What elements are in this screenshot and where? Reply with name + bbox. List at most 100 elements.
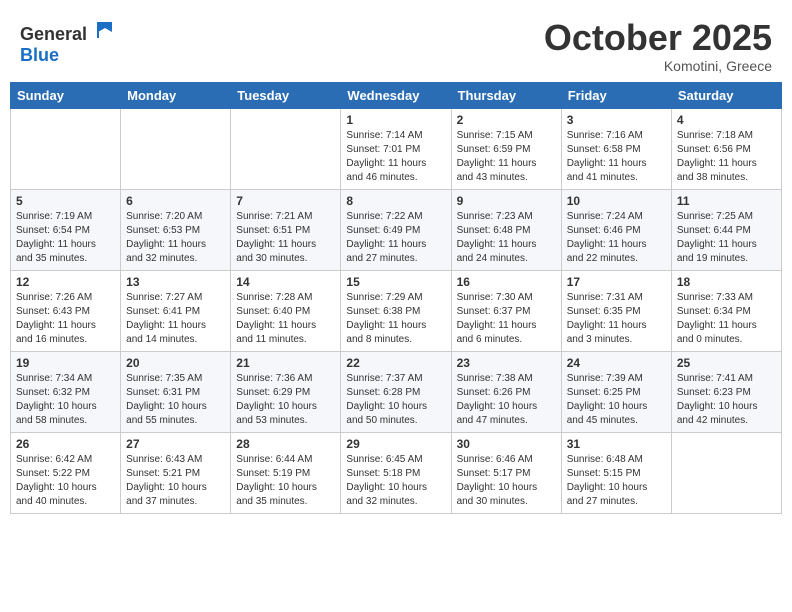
day-info: Sunrise: 7:23 AM Sunset: 6:48 PM Dayligh… <box>457 210 556 266</box>
day-number: 10 <box>567 194 666 208</box>
day-number: 31 <box>567 437 666 451</box>
day-info: Sunrise: 7:34 AM Sunset: 6:32 PM Dayligh… <box>16 372 115 428</box>
page-header: General Blue October 2025 Komotini, Gree… <box>10 10 782 78</box>
calendar-cell: 31Sunrise: 6:48 AM Sunset: 5:15 PM Dayli… <box>561 432 671 513</box>
calendar-table: SundayMondayTuesdayWednesdayThursdayFrid… <box>10 82 782 514</box>
day-number: 4 <box>677 113 776 127</box>
day-number: 23 <box>457 356 556 370</box>
day-number: 1 <box>346 113 445 127</box>
day-info: Sunrise: 7:36 AM Sunset: 6:29 PM Dayligh… <box>236 372 335 428</box>
day-number: 26 <box>16 437 115 451</box>
calendar-week-row: 5Sunrise: 7:19 AM Sunset: 6:54 PM Daylig… <box>11 189 782 270</box>
month-title: October 2025 <box>544 18 772 58</box>
calendar-week-row: 19 Sunrise: 7:34 AM Sunset: 6:32 PM Dayli… <box>11 351 782 432</box>
calendar-cell: 12 Sunrise: 7:26 AM Sunset: 6:43 PM Dayli… <box>11 270 121 351</box>
calendar-cell: 23Sunrise: 7:38 AM Sunset: 6:26 PM Dayli… <box>451 351 561 432</box>
day-number: 13 <box>126 275 225 289</box>
calendar-day-header: Wednesday <box>341 82 451 108</box>
day-info: Sunrise: 7:25 AM Sunset: 6:44 PM Dayligh… <box>677 210 776 266</box>
calendar-cell: 27Sunrise: 6:43 AM Sunset: 5:21 PM Dayli… <box>121 432 231 513</box>
day-info: Sunrise: 7:39 AM Sunset: 6:25 PM Dayligh… <box>567 372 666 428</box>
calendar-cell: 28Sunrise: 6:44 AM Sunset: 5:19 PM Dayli… <box>231 432 341 513</box>
calendar-cell: 17 Sunrise: 7:31 AM Sunset: 6:35 PM Dayli… <box>561 270 671 351</box>
calendar-cell <box>671 432 781 513</box>
calendar-cell: 21Sunrise: 7:36 AM Sunset: 6:29 PM Dayli… <box>231 351 341 432</box>
calendar-cell: 30 Sunrise: 6:46 AM Sunset: 5:17 PM Dayli… <box>451 432 561 513</box>
day-number: 5 <box>16 194 115 208</box>
day-number: 24 <box>567 356 666 370</box>
day-info: Sunrise: 7:28 AM Sunset: 6:40 PM Dayligh… <box>236 291 335 347</box>
calendar-cell: 19 Sunrise: 7:34 AM Sunset: 6:32 PM Dayli… <box>11 351 121 432</box>
day-info: Sunrise: 7:30 AM Sunset: 6:37 PM Dayligh… <box>457 291 556 347</box>
location: Komotini, Greece <box>544 58 772 74</box>
calendar-cell <box>231 108 341 189</box>
calendar-week-row: 1 Sunrise: 7:14 AM Sunset: 7:01 PM Daylig… <box>11 108 782 189</box>
calendar-header-row: SundayMondayTuesdayWednesdayThursdayFrid… <box>11 82 782 108</box>
calendar-day-header: Tuesday <box>231 82 341 108</box>
day-number: 9 <box>457 194 556 208</box>
day-number: 20 <box>126 356 225 370</box>
day-number: 3 <box>567 113 666 127</box>
day-info: Sunrise: 7:18 AM Sunset: 6:56 PM Dayligh… <box>677 129 776 185</box>
day-info: Sunrise: 7:14 AM Sunset: 7:01 PM Dayligh… <box>346 129 445 185</box>
calendar-cell <box>121 108 231 189</box>
logo-flag-icon <box>94 18 116 40</box>
day-info: Sunrise: 7:15 AM Sunset: 6:59 PM Dayligh… <box>457 129 556 185</box>
calendar-cell: 6 Sunrise: 7:20 AM Sunset: 6:53 PM Daylig… <box>121 189 231 270</box>
day-number: 19 <box>16 356 115 370</box>
day-info: Sunrise: 7:21 AM Sunset: 6:51 PM Dayligh… <box>236 210 335 266</box>
day-number: 29 <box>346 437 445 451</box>
calendar-day-header: Monday <box>121 82 231 108</box>
calendar-cell: 24 Sunrise: 7:39 AM Sunset: 6:25 PM Dayli… <box>561 351 671 432</box>
day-info: Sunrise: 7:35 AM Sunset: 6:31 PM Dayligh… <box>126 372 225 428</box>
day-info: Sunrise: 7:27 AM Sunset: 6:41 PM Dayligh… <box>126 291 225 347</box>
day-info: Sunrise: 7:29 AM Sunset: 6:38 PM Dayligh… <box>346 291 445 347</box>
calendar-cell: 2 Sunrise: 7:15 AM Sunset: 6:59 PM Daylig… <box>451 108 561 189</box>
day-info: Sunrise: 6:43 AM Sunset: 5:21 PM Dayligh… <box>126 453 225 509</box>
calendar-week-row: 26 Sunrise: 6:42 AM Sunset: 5:22 PM Dayli… <box>11 432 782 513</box>
title-block: October 2025 Komotini, Greece <box>544 18 772 74</box>
day-info: Sunrise: 7:26 AM Sunset: 6:43 PM Dayligh… <box>16 291 115 347</box>
day-number: 30 <box>457 437 556 451</box>
day-number: 25 <box>677 356 776 370</box>
day-info: Sunrise: 6:46 AM Sunset: 5:17 PM Dayligh… <box>457 453 556 509</box>
day-number: 2 <box>457 113 556 127</box>
calendar-cell: 4 Sunrise: 7:18 AM Sunset: 6:56 PM Daylig… <box>671 108 781 189</box>
logo-blue: Blue <box>20 45 59 65</box>
calendar-cell: 14 Sunrise: 7:28 AM Sunset: 6:40 PM Dayli… <box>231 270 341 351</box>
day-number: 17 <box>567 275 666 289</box>
day-number: 7 <box>236 194 335 208</box>
calendar-cell: 26 Sunrise: 6:42 AM Sunset: 5:22 PM Dayli… <box>11 432 121 513</box>
calendar-day-header: Friday <box>561 82 671 108</box>
calendar-day-header: Thursday <box>451 82 561 108</box>
calendar-day-header: Saturday <box>671 82 781 108</box>
calendar-cell: 3Sunrise: 7:16 AM Sunset: 6:58 PM Daylig… <box>561 108 671 189</box>
day-number: 15 <box>346 275 445 289</box>
day-number: 14 <box>236 275 335 289</box>
logo-general: General <box>20 24 87 44</box>
calendar-cell: 5Sunrise: 7:19 AM Sunset: 6:54 PM Daylig… <box>11 189 121 270</box>
day-info: Sunrise: 7:20 AM Sunset: 6:53 PM Dayligh… <box>126 210 225 266</box>
day-number: 18 <box>677 275 776 289</box>
calendar-cell: 29 Sunrise: 6:45 AM Sunset: 5:18 PM Dayli… <box>341 432 451 513</box>
day-info: Sunrise: 7:24 AM Sunset: 6:46 PM Dayligh… <box>567 210 666 266</box>
calendar-cell: 7 Sunrise: 7:21 AM Sunset: 6:51 PM Daylig… <box>231 189 341 270</box>
day-number: 6 <box>126 194 225 208</box>
day-number: 16 <box>457 275 556 289</box>
calendar-day-header: Sunday <box>11 82 121 108</box>
calendar-cell: 22Sunrise: 7:37 AM Sunset: 6:28 PM Dayli… <box>341 351 451 432</box>
calendar-cell: 15 Sunrise: 7:29 AM Sunset: 6:38 PM Dayli… <box>341 270 451 351</box>
day-info: Sunrise: 6:42 AM Sunset: 5:22 PM Dayligh… <box>16 453 115 509</box>
calendar-cell: 10 Sunrise: 7:24 AM Sunset: 6:46 PM Dayli… <box>561 189 671 270</box>
day-info: Sunrise: 7:31 AM Sunset: 6:35 PM Dayligh… <box>567 291 666 347</box>
calendar-cell: 20 Sunrise: 7:35 AM Sunset: 6:31 PM Dayli… <box>121 351 231 432</box>
calendar-cell: 16 Sunrise: 7:30 AM Sunset: 6:37 PM Dayli… <box>451 270 561 351</box>
calendar-cell <box>11 108 121 189</box>
calendar-cell: 18Sunrise: 7:33 AM Sunset: 6:34 PM Dayli… <box>671 270 781 351</box>
day-number: 12 <box>16 275 115 289</box>
day-info: Sunrise: 6:45 AM Sunset: 5:18 PM Dayligh… <box>346 453 445 509</box>
day-number: 8 <box>346 194 445 208</box>
day-info: Sunrise: 7:22 AM Sunset: 6:49 PM Dayligh… <box>346 210 445 266</box>
day-number: 28 <box>236 437 335 451</box>
logo-text: General Blue <box>20 18 116 66</box>
